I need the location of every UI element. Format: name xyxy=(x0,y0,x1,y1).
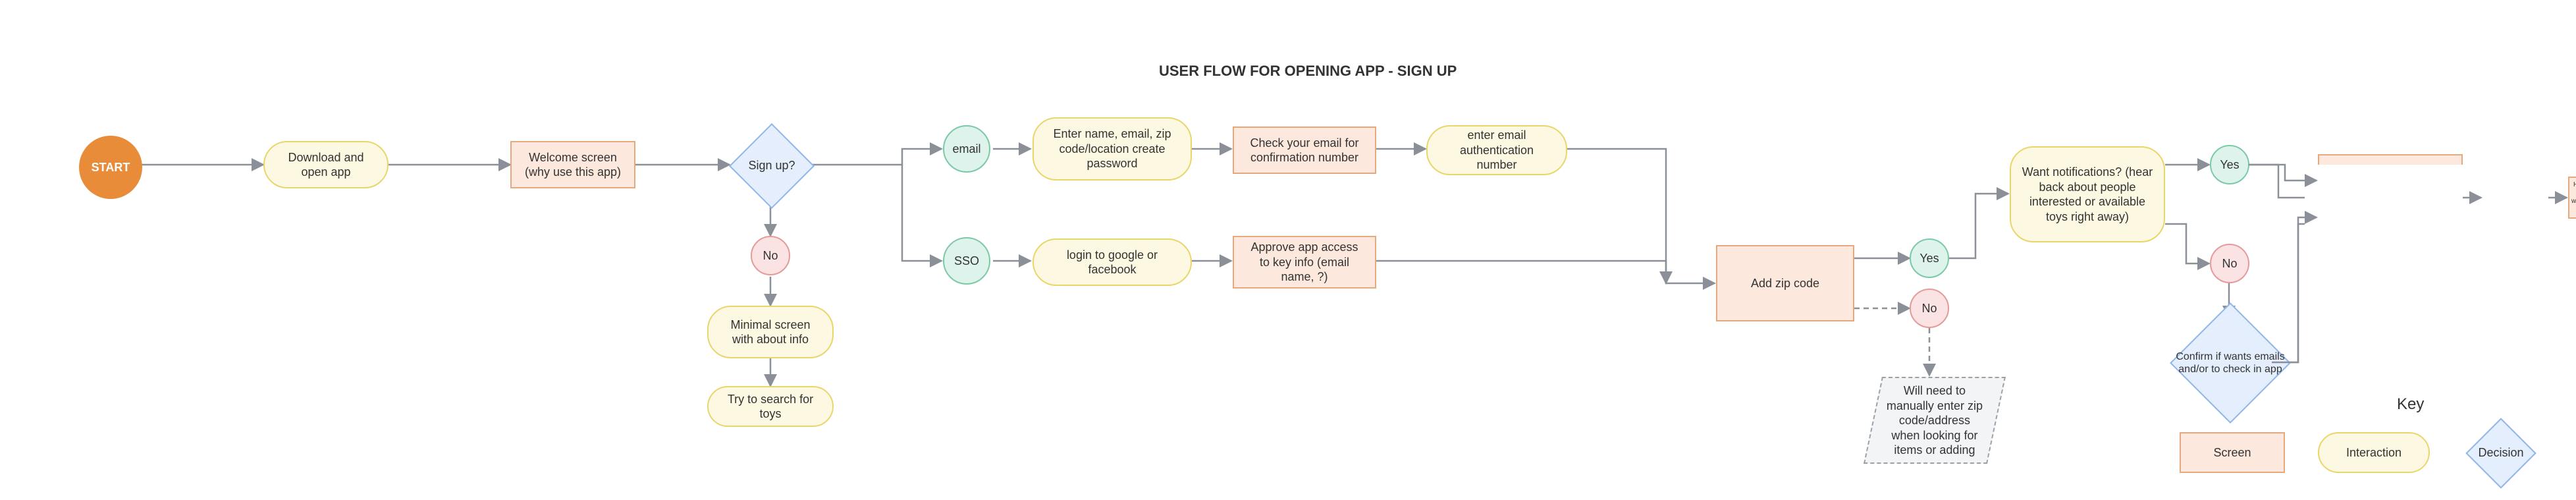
sso-badge: SSO xyxy=(943,237,990,285)
minimal-info: Minimal screen with about info xyxy=(707,306,834,358)
how-it-works-2-final: How it works 2 xyxy=(2482,177,2548,219)
confirm-decision-label: Confirm if wants emails and/or to check … xyxy=(2164,350,2296,375)
page-title: USER FLOW FOR OPENING APP - SIGN UP xyxy=(1159,63,1457,80)
download-open-app: Download and open app xyxy=(263,141,389,188)
notifications-question: Want notifications? (hear back about peo… xyxy=(2010,146,2165,242)
enter-auth: enter email authentication number xyxy=(1426,125,1567,175)
legend-interaction: Interaction xyxy=(2318,432,2430,473)
try-search-toys: Try to search for toys xyxy=(707,386,834,427)
signup-decision-label: Sign up? xyxy=(739,159,805,173)
no-badge-3: No xyxy=(2210,244,2249,283)
enter-details: Enter name, email, zip code/location cre… xyxy=(1033,117,1192,181)
no-badge-2: No xyxy=(1910,289,1949,328)
approve-access: Approve app access to key info (email na… xyxy=(1233,236,1376,289)
legend-decision: Decision xyxy=(2465,418,2536,488)
check-email: Check your email for confirmation number xyxy=(1233,126,1376,174)
email-badge: email xyxy=(943,125,990,173)
legend-screen: Screen xyxy=(2180,432,2285,473)
signup-decision: Sign up? xyxy=(729,123,815,209)
zip-note: Will need to manually enter zip code/add… xyxy=(1864,377,2006,464)
add-zip: Add zip code xyxy=(1716,245,1854,321)
login-sso: login to google or facebook xyxy=(1033,238,1192,286)
start-node: START xyxy=(79,136,142,199)
no-badge: No xyxy=(751,236,790,275)
confirm-decision: Confirm if wants emails and/or to check … xyxy=(2170,302,2291,424)
congrats-how1-final: Congratulations, you can now start looki… xyxy=(2318,154,2463,241)
legend-title: Key xyxy=(2397,395,2424,414)
how-it-works-3-final: How it works 3 xyxy=(2568,177,2576,219)
yes-badge-2: Yes xyxy=(2210,145,2249,184)
legend-decision-label: Decision xyxy=(2461,446,2540,460)
welcome-screen: Welcome screen (why use this app) xyxy=(510,141,635,188)
yes-badge-1: Yes xyxy=(1910,238,1949,278)
flow-canvas: USER FLOW FOR OPENING APP - SIGN UP xyxy=(0,0,2576,498)
